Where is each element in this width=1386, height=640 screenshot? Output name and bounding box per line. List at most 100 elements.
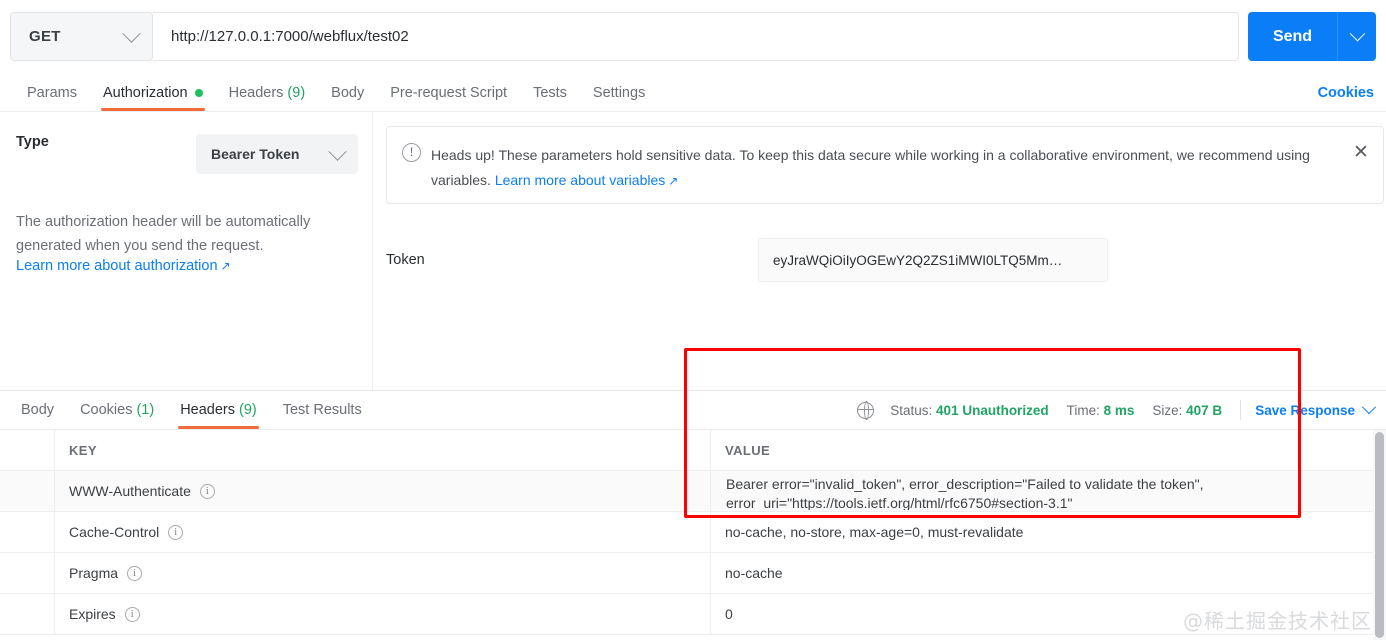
learn-more-variables-link[interactable]: Learn more about variables↗: [495, 172, 679, 188]
time-value: 8 ms: [1104, 403, 1135, 418]
info-icon: !: [402, 143, 421, 162]
size-label: Size:: [1152, 403, 1182, 418]
table-row[interactable]: Pragma i no-cache: [0, 553, 1386, 594]
row-gutter: [0, 594, 55, 634]
row-gutter: [0, 430, 55, 470]
tab-authorization[interactable]: Authorization: [90, 74, 216, 111]
header-key-label: Cache-Control: [69, 524, 159, 540]
response-meta-bar: Status: 401 Unauthorized Time: 8 ms Size…: [857, 391, 1378, 429]
tab-tests[interactable]: Tests: [520, 74, 580, 111]
size-item: Size: 407 B: [1152, 403, 1222, 418]
tab-label: Headers: [229, 85, 284, 101]
time-item: Time: 8 ms: [1067, 403, 1135, 418]
table-row[interactable]: WWW-Authenticate i Bearer error="invalid…: [0, 471, 1386, 512]
tab-label: Headers: [180, 402, 235, 418]
send-button-group[interactable]: Send: [1248, 12, 1376, 61]
column-header-key-label: KEY: [69, 443, 97, 458]
auth-type-dropdown[interactable]: Bearer Token: [196, 134, 358, 174]
divider: [1240, 400, 1241, 420]
tab-count: (9): [239, 402, 257, 418]
auth-config-pane: ! Heads up! These parameters hold sensit…: [374, 112, 1386, 390]
external-link-icon: ↗: [668, 169, 678, 194]
tab-label: Settings: [593, 85, 645, 101]
table-row[interactable]: Expires i 0: [0, 594, 1386, 635]
send-button[interactable]: Send: [1248, 12, 1338, 61]
header-key-cell: Expires i: [55, 594, 711, 634]
table-row[interactable]: Cache-Control i no-cache, no-store, max-…: [0, 512, 1386, 553]
response-tab-test-results[interactable]: Test Results: [270, 391, 375, 429]
save-response-button[interactable]: Save Response: [1255, 403, 1374, 418]
tab-label: Tests: [533, 85, 567, 101]
status-label: Status:: [890, 403, 932, 418]
http-method-dropdown[interactable]: GET: [10, 12, 153, 61]
tab-settings[interactable]: Settings: [580, 74, 658, 111]
row-gutter: [0, 471, 55, 511]
auth-active-dot-icon: [195, 89, 203, 97]
response-tab-body[interactable]: Body: [8, 391, 67, 429]
header-value-label: Bearer error="invalid_token", error_desc…: [726, 475, 1385, 511]
header-key-label: Pragma: [69, 565, 118, 581]
header-value-cell[interactable]: 0: [711, 594, 1386, 634]
response-tab-cookies[interactable]: Cookies (1): [67, 391, 167, 429]
request-tab-bar: Params Authorization Headers (9) Body Pr…: [0, 74, 1386, 112]
row-gutter: [0, 512, 55, 552]
tab-count: (1): [136, 402, 154, 418]
sensitive-data-notice: ! Heads up! These parameters hold sensit…: [386, 126, 1384, 204]
tab-body[interactable]: Body: [318, 74, 377, 111]
row-gutter: [0, 553, 55, 593]
learn-more-variables-label: Learn more about variables: [495, 172, 665, 188]
url-input[interactable]: http://127.0.0.1:7000/webflux/test02: [153, 12, 1239, 61]
info-icon[interactable]: i: [200, 484, 215, 499]
request-url-bar: GET http://127.0.0.1:7000/webflux/test02…: [0, 0, 1386, 74]
column-header-value: VALUE: [711, 430, 1386, 470]
auth-type-label: Type: [16, 134, 49, 150]
info-icon[interactable]: i: [168, 525, 183, 540]
header-key-label: WWW-Authenticate: [69, 483, 191, 499]
external-link-icon: ↗: [221, 259, 231, 273]
tab-label: Authorization: [103, 85, 188, 101]
tab-headers[interactable]: Headers (9): [216, 74, 319, 111]
time-label: Time:: [1067, 403, 1100, 418]
save-response-label: Save Response: [1255, 403, 1355, 418]
postman-window: GET http://127.0.0.1:7000/webflux/test02…: [0, 0, 1386, 640]
auth-type-pane: Type Bearer Token The authorization head…: [0, 112, 373, 390]
tab-params[interactable]: Params: [14, 74, 90, 111]
notice-text: Heads up! These parameters hold sensitiv…: [431, 143, 1339, 194]
chevron-down-icon: [328, 142, 346, 160]
response-headers-table: KEY VALUE WWW-Authenticate i Bearer erro…: [0, 430, 1386, 640]
header-key-cell: Cache-Control i: [55, 512, 711, 552]
header-value-label: no-cache: [725, 565, 783, 581]
token-row: Token eyJraWQiOiIyOGEwY2Q2ZS1iMWI0LTQ5Mm…: [386, 238, 1386, 282]
cookies-link[interactable]: Cookies: [1318, 74, 1374, 111]
response-panel: Body Cookies (1) Headers (9) Test Result…: [0, 390, 1386, 640]
tab-pre-request-script[interactable]: Pre-request Script: [377, 74, 520, 111]
header-value-cell[interactable]: no-cache, no-store, max-age=0, must-reva…: [711, 512, 1386, 552]
header-value-label: 0: [725, 606, 733, 622]
learn-more-authorization-link[interactable]: Learn more about authorization↗: [16, 258, 231, 274]
table-header-row: KEY VALUE: [0, 430, 1386, 471]
token-input[interactable]: eyJraWQiOiIyOGEwY2Q2ZS1iMWI0LTQ5Mm…: [758, 238, 1108, 282]
tab-label: Test Results: [283, 402, 362, 418]
tab-label: Params: [27, 85, 77, 101]
tab-label: Pre-request Script: [390, 85, 507, 101]
globe-icon: [857, 402, 874, 419]
header-key-label: Expires: [69, 606, 116, 622]
auth-description: The authorization header will be automat…: [16, 210, 356, 258]
status-value: 401 Unauthorized: [936, 403, 1049, 418]
token-value: eyJraWQiOiIyOGEwY2Q2ZS1iMWI0LTQ5Mm…: [773, 253, 1062, 268]
send-options-button[interactable]: [1338, 12, 1376, 61]
tab-label: Body: [331, 85, 364, 101]
learn-more-authorization-label: Learn more about authorization: [16, 258, 218, 274]
header-value-cell[interactable]: Bearer error="invalid_token", error_desc…: [711, 471, 1386, 511]
authorization-panel: Type Bearer Token The authorization head…: [0, 112, 1386, 390]
size-value: 407 B: [1186, 403, 1222, 418]
header-key-cell: WWW-Authenticate i: [55, 471, 711, 511]
tab-count: (9): [287, 85, 305, 101]
response-tab-headers[interactable]: Headers (9): [167, 391, 270, 429]
close-icon[interactable]: ✕: [1351, 143, 1371, 163]
token-label: Token: [386, 252, 758, 268]
info-icon[interactable]: i: [125, 607, 140, 622]
info-icon[interactable]: i: [127, 566, 142, 581]
header-value-cell[interactable]: no-cache: [711, 553, 1386, 593]
scrollbar-thumb[interactable]: [1375, 432, 1384, 638]
